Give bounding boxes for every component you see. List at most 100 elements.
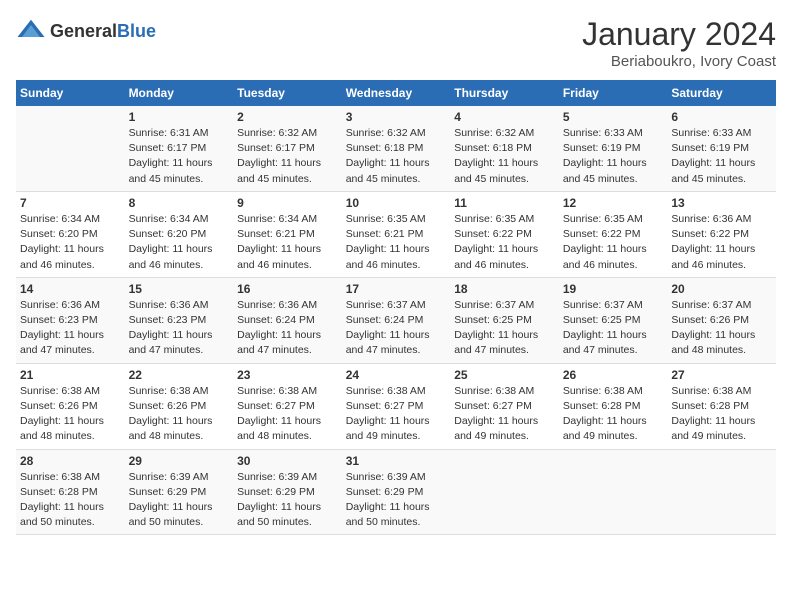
day-info: Sunrise: 6:34 AMSunset: 6:20 PMDaylight:… [129, 212, 230, 273]
day-number: 28 [20, 454, 121, 468]
day-info: Sunrise: 6:37 AMSunset: 6:26 PMDaylight:… [671, 298, 772, 359]
table-row: 10 Sunrise: 6:35 AMSunset: 6:21 PMDayligh… [342, 191, 451, 277]
col-thursday: Thursday [450, 80, 559, 106]
day-number: 9 [237, 196, 338, 210]
day-info: Sunrise: 6:36 AMSunset: 6:24 PMDaylight:… [237, 298, 338, 359]
day-number: 29 [129, 454, 230, 468]
day-number: 20 [671, 282, 772, 296]
table-row: 8Sunrise: 6:34 AMSunset: 6:20 PMDaylight… [125, 191, 234, 277]
table-row [16, 106, 125, 191]
table-row: 6 Sunrise: 6:33 AMSunset: 6:19 PMDaylight… [667, 106, 776, 191]
title-block: January 2024 Beriaboukro, Ivory Coast [582, 16, 776, 70]
day-number: 31 [346, 454, 447, 468]
day-info: Sunrise: 6:38 AMSunset: 6:28 PMDaylight:… [563, 384, 664, 445]
day-number: 18 [454, 282, 555, 296]
table-row: 13 Sunrise: 6:36 AMSunset: 6:22 PMDayligh… [667, 191, 776, 277]
day-number: 26 [563, 368, 664, 382]
col-saturday: Saturday [667, 80, 776, 106]
table-row: 2 Sunrise: 6:32 AMSunset: 6:17 PMDaylight… [233, 106, 342, 191]
day-info: Sunrise: 6:35 AMSunset: 6:22 PMDaylight:… [454, 212, 555, 273]
day-info: Sunrise: 6:36 AMSunset: 6:23 PMDaylight:… [20, 298, 121, 359]
calendar-header: Sunday Monday Tuesday Wednesday Thursday… [16, 80, 776, 106]
day-number: 27 [671, 368, 772, 382]
day-info: Sunrise: 6:34 AMSunset: 6:20 PMDaylight:… [20, 212, 121, 273]
day-number: 1 [129, 110, 230, 124]
day-info: Sunrise: 6:35 AMSunset: 6:22 PMDaylight:… [563, 212, 664, 273]
day-number: 7 [20, 196, 121, 210]
day-info: Sunrise: 6:37 AMSunset: 6:25 PMDaylight:… [454, 298, 555, 359]
day-number: 2 [237, 110, 338, 124]
table-row: 20 Sunrise: 6:37 AMSunset: 6:26 PMDayligh… [667, 277, 776, 363]
day-info: Sunrise: 6:36 AMSunset: 6:22 PMDaylight:… [671, 212, 772, 273]
day-info: Sunrise: 6:38 AMSunset: 6:27 PMDaylight:… [346, 384, 447, 445]
day-number: 15 [129, 282, 230, 296]
day-info: Sunrise: 6:31 AMSunset: 6:17 PMDaylight:… [129, 126, 230, 187]
table-row: 24 Sunrise: 6:38 AMSunset: 6:27 PMDayligh… [342, 363, 451, 449]
table-row [450, 449, 559, 535]
day-number: 4 [454, 110, 555, 124]
table-row: 3 Sunrise: 6:32 AMSunset: 6:18 PMDaylight… [342, 106, 451, 191]
logo-icon [16, 16, 46, 46]
table-row: 17 Sunrise: 6:37 AMSunset: 6:24 PMDayligh… [342, 277, 451, 363]
day-info: Sunrise: 6:38 AMSunset: 6:26 PMDaylight:… [129, 384, 230, 445]
page-header: GeneralBlue January 2024 Beriaboukro, Iv… [16, 16, 776, 70]
table-row: 25 Sunrise: 6:38 AMSunset: 6:27 PMDayligh… [450, 363, 559, 449]
table-row: 5 Sunrise: 6:33 AMSunset: 6:19 PMDaylight… [559, 106, 668, 191]
day-info: Sunrise: 6:38 AMSunset: 6:26 PMDaylight:… [20, 384, 121, 445]
table-row: 16 Sunrise: 6:36 AMSunset: 6:24 PMDayligh… [233, 277, 342, 363]
day-info: Sunrise: 6:32 AMSunset: 6:18 PMDaylight:… [346, 126, 447, 187]
day-number: 19 [563, 282, 664, 296]
table-row: 15 Sunrise: 6:36 AMSunset: 6:23 PMDayligh… [125, 277, 234, 363]
table-row: 19 Sunrise: 6:37 AMSunset: 6:25 PMDayligh… [559, 277, 668, 363]
day-info: Sunrise: 6:36 AMSunset: 6:23 PMDaylight:… [129, 298, 230, 359]
day-info: Sunrise: 6:39 AMSunset: 6:29 PMDaylight:… [346, 470, 447, 531]
day-info: Sunrise: 6:32 AMSunset: 6:17 PMDaylight:… [237, 126, 338, 187]
calendar-table: Sunday Monday Tuesday Wednesday Thursday… [16, 80, 776, 535]
day-number: 21 [20, 368, 121, 382]
day-number: 3 [346, 110, 447, 124]
day-info: Sunrise: 6:37 AMSunset: 6:24 PMDaylight:… [346, 298, 447, 359]
logo-general: General [50, 21, 117, 41]
day-number: 13 [671, 196, 772, 210]
day-number: 5 [563, 110, 664, 124]
table-row: 18 Sunrise: 6:37 AMSunset: 6:25 PMDayligh… [450, 277, 559, 363]
day-number: 30 [237, 454, 338, 468]
table-row: 22Sunrise: 6:38 AMSunset: 6:26 PMDayligh… [125, 363, 234, 449]
table-row: 7 Sunrise: 6:34 AMSunset: 6:20 PMDaylight… [16, 191, 125, 277]
table-row: 26 Sunrise: 6:38 AMSunset: 6:28 PMDayligh… [559, 363, 668, 449]
day-info: Sunrise: 6:38 AMSunset: 6:28 PMDaylight:… [671, 384, 772, 445]
table-row [667, 449, 776, 535]
day-info: Sunrise: 6:39 AMSunset: 6:29 PMDaylight:… [129, 470, 230, 531]
day-number: 17 [346, 282, 447, 296]
day-info: Sunrise: 6:38 AMSunset: 6:27 PMDaylight:… [454, 384, 555, 445]
day-info: Sunrise: 6:33 AMSunset: 6:19 PMDaylight:… [563, 126, 664, 187]
day-info: Sunrise: 6:33 AMSunset: 6:19 PMDaylight:… [671, 126, 772, 187]
day-number: 11 [454, 196, 555, 210]
day-number: 24 [346, 368, 447, 382]
table-row: 31 Sunrise: 6:39 AMSunset: 6:29 PMDayligh… [342, 449, 451, 535]
table-row: 23Sunrise: 6:38 AMSunset: 6:27 PMDayligh… [233, 363, 342, 449]
logo-blue: Blue [117, 21, 156, 41]
day-info: Sunrise: 6:38 AMSunset: 6:28 PMDaylight:… [20, 470, 121, 531]
day-info: Sunrise: 6:39 AMSunset: 6:29 PMDaylight:… [237, 470, 338, 531]
day-info: Sunrise: 6:34 AMSunset: 6:21 PMDaylight:… [237, 212, 338, 273]
table-row: 11 Sunrise: 6:35 AMSunset: 6:22 PMDayligh… [450, 191, 559, 277]
table-row: 27 Sunrise: 6:38 AMSunset: 6:28 PMDayligh… [667, 363, 776, 449]
col-tuesday: Tuesday [233, 80, 342, 106]
col-wednesday: Wednesday [342, 80, 451, 106]
day-number: 16 [237, 282, 338, 296]
table-row: 14Sunrise: 6:36 AMSunset: 6:23 PMDayligh… [16, 277, 125, 363]
table-row: 4 Sunrise: 6:32 AMSunset: 6:18 PMDaylight… [450, 106, 559, 191]
day-number: 25 [454, 368, 555, 382]
table-row [559, 449, 668, 535]
table-row: 1 Sunrise: 6:31 AMSunset: 6:17 PMDaylight… [125, 106, 234, 191]
table-row: 30 Sunrise: 6:39 AMSunset: 6:29 PMDayligh… [233, 449, 342, 535]
logo: GeneralBlue [16, 16, 156, 46]
calendar-body: 1 Sunrise: 6:31 AMSunset: 6:17 PMDaylight… [16, 106, 776, 535]
day-number: 10 [346, 196, 447, 210]
day-info: Sunrise: 6:37 AMSunset: 6:25 PMDaylight:… [563, 298, 664, 359]
day-info: Sunrise: 6:35 AMSunset: 6:21 PMDaylight:… [346, 212, 447, 273]
day-number: 6 [671, 110, 772, 124]
day-info: Sunrise: 6:38 AMSunset: 6:27 PMDaylight:… [237, 384, 338, 445]
day-info: Sunrise: 6:32 AMSunset: 6:18 PMDaylight:… [454, 126, 555, 187]
